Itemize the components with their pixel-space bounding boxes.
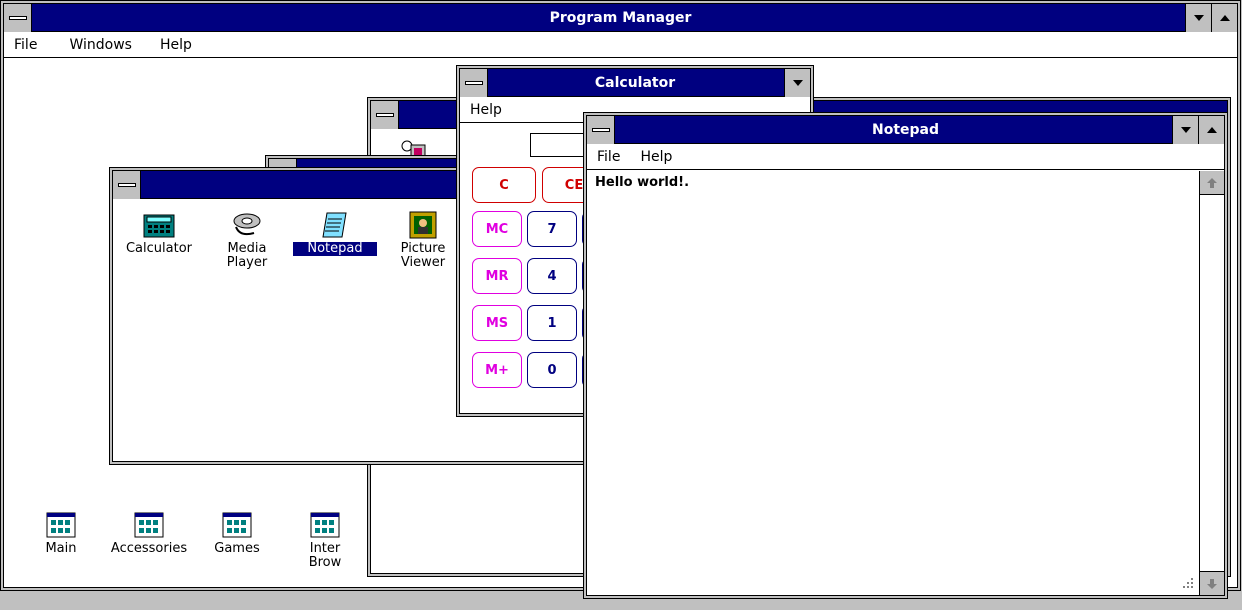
program-manager-menu-bar: File Windows Help [4,32,1237,58]
program-item-calculator[interactable]: Calculator [114,211,204,256]
calculator-title: Calculator [594,74,676,91]
calculator-system-menu-button[interactable] [460,69,488,97]
program-group-icon [46,512,76,538]
minimize-icon [792,80,803,86]
calc-button-label: 7 [547,221,557,237]
program-item-picture-viewer[interactable]: Picture Viewer [378,211,468,270]
maximize-icon [1219,15,1230,21]
group-icon-games[interactable]: Games [192,512,282,556]
notepad-window: Notepad File Help Hello world!. [584,113,1227,598]
calc-button-ms[interactable]: MS [472,305,522,341]
notepad-system-menu-button[interactable] [587,116,615,144]
scroll-down-button[interactable] [1200,571,1224,595]
program-manager-minimize-button[interactable] [1185,4,1211,32]
notepad-vertical-scrollbar[interactable] [1199,171,1224,595]
calc-button-1[interactable]: 1 [527,305,577,341]
calc-button-0[interactable]: 0 [527,352,577,388]
notepad-icon [322,212,347,238]
group-icon-main[interactable]: Main [16,512,106,556]
program-item-label: Picture Viewer [400,241,446,270]
menu-file[interactable]: File [14,37,37,53]
program-item-media-player[interactable]: Media Player [202,211,292,270]
calc-button-4[interactable]: 4 [527,258,577,294]
calc-button-label: CE [564,177,584,193]
calc-button-c[interactable]: C [472,167,536,203]
calc-button-mr[interactable]: MR [472,258,522,294]
program-item-label: Calculator [125,241,192,256]
calc-button-label: MR [485,268,509,284]
group-icon-internet-browsers[interactable]: Inter Brow [280,512,370,570]
system-menu-button[interactable] [113,171,141,199]
system-menu-icon [376,113,394,117]
group-icon-label: Main [45,541,77,556]
calc-button-label: C [499,177,509,193]
calculator-menu-help[interactable]: Help [470,102,502,118]
resize-grip-icon[interactable] [1182,577,1194,589]
program-group-icon [134,512,164,538]
calculator-minimize-button[interactable] [784,69,810,97]
notepad-menu-help[interactable]: Help [640,149,672,165]
picture-viewer-icon [409,211,437,239]
calc-button-label: M+ [485,362,509,378]
program-group-icon [222,512,252,538]
calc-button-7[interactable]: 7 [527,211,577,247]
program-manager-maximize-button[interactable] [1211,4,1237,32]
group-icon-label: Games [214,541,260,556]
program-item-label: Notepad [293,242,377,256]
notepad-minimize-button[interactable] [1172,116,1198,144]
notepad-content: Hello world!. [595,175,690,190]
program-manager-title-bar[interactable]: Program Manager [4,4,1237,32]
program-item-label: Media Player [226,241,268,270]
minimize-icon [1180,127,1191,133]
group-icon-label: Accessories [110,541,188,556]
system-menu-icon [465,81,483,85]
program-item-notepad[interactable]: Notepad [290,211,380,256]
calc-button-mc[interactable]: MC [472,211,522,247]
notepad-title-bar[interactable]: Notepad [587,116,1224,144]
media-player-icon [233,213,261,236]
notepad-maximize-button[interactable] [1198,116,1224,144]
program-manager-title: Program Manager [549,9,692,26]
notepad-menu-bar: File Help [587,144,1224,170]
calc-button-label: 0 [547,362,557,378]
calc-button-label: MS [485,315,509,331]
calc-button-label: MC [485,221,509,237]
calculator-title-bar[interactable]: Calculator [460,69,810,97]
maximize-icon [1206,127,1217,133]
minimize-icon [1193,15,1204,21]
calc-button-label: 4 [547,268,557,284]
program-group-icon [310,512,340,538]
scroll-up-button[interactable] [1200,171,1224,195]
calc-button-mplus[interactable]: M+ [472,352,522,388]
system-menu-button[interactable] [371,101,399,129]
arrow-down-icon [1207,578,1217,589]
program-manager-system-menu-button[interactable] [4,4,32,32]
menu-windows[interactable]: Windows [69,37,132,53]
system-menu-icon [9,16,27,20]
notepad-title: Notepad [871,121,939,138]
group-icon-label: Inter Brow [308,541,342,570]
notepad-text-area[interactable]: Hello world!. [587,171,1199,595]
calc-button-label: 1 [547,315,557,331]
notepad-menu-file[interactable]: File [597,149,620,165]
system-menu-icon [592,128,610,132]
system-menu-icon [118,183,136,187]
menu-help[interactable]: Help [160,37,192,53]
calculator-icon [143,214,175,238]
group-icon-accessories[interactable]: Accessories [104,512,194,556]
arrow-up-icon [1207,177,1217,188]
